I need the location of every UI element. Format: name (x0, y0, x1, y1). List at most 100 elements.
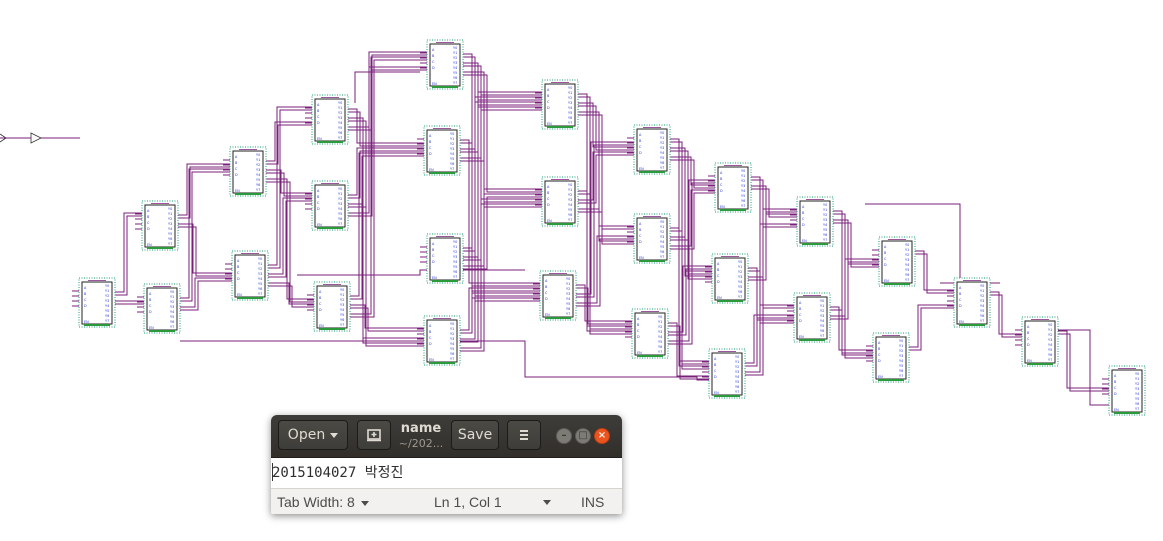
language-selector-chevron-icon[interactable] (543, 500, 551, 505)
wire (906, 304, 957, 348)
pin-label: Y4 (738, 280, 742, 284)
pin-label: Y7 (1048, 358, 1052, 362)
pin-label: Y7 (905, 278, 909, 282)
pin-label: Y1 (566, 282, 570, 286)
pin-label: EN (547, 219, 552, 223)
pin-label: Y0 (105, 284, 109, 288)
pin-label: EN (429, 358, 434, 362)
text-line: 2015104027 박정진 (272, 465, 404, 481)
pin-label: Y3 (450, 147, 454, 151)
pin-label: Y6 (340, 318, 344, 322)
pin-label: Y5 (338, 126, 342, 130)
save-label: Save (457, 427, 493, 443)
pin-label: Y7 (820, 334, 824, 338)
chevron-down-icon (330, 432, 339, 438)
pin-label: Y4 (450, 152, 454, 156)
decoder-block: ABCDENY0Y1Y2Y3Y4Y5Y6Y7 (633, 213, 671, 264)
pin-label: Y5 (660, 156, 664, 160)
pin-label: Y7 (735, 390, 739, 394)
pin-label: Y1 (170, 295, 174, 299)
maximize-button[interactable]: □ (575, 428, 591, 444)
wire (742, 223, 800, 373)
pin-label: EN (637, 351, 642, 355)
pin-label: Y0 (660, 131, 664, 135)
pin-label: Y5 (820, 324, 824, 328)
minimize-button[interactable]: – (556, 428, 572, 444)
pin-label: Y1 (738, 265, 742, 269)
pin-label: Y1 (741, 174, 745, 178)
pin-label: Y1 (340, 293, 344, 297)
pin-label: Y0 (1048, 323, 1052, 327)
pin-label: Y0 (170, 290, 174, 294)
save-button[interactable]: Save (451, 420, 499, 450)
wire (112, 215, 145, 296)
pin-label: Y3 (823, 218, 827, 222)
pin-label: Y4 (1135, 392, 1139, 396)
pin-label: Y2 (899, 349, 903, 353)
pin-label: Y2 (170, 300, 174, 304)
tab-width-selector[interactable]: Tab Width: 8 (277, 493, 369, 511)
pin-label: Y0 (905, 243, 909, 247)
pin-label: Y3 (256, 168, 260, 172)
pin-label: Y6 (741, 199, 745, 203)
pin-label: Y2 (105, 294, 109, 298)
wire (457, 203, 545, 349)
pin-label: Y2 (453, 56, 457, 60)
pin-label: Y2 (338, 197, 342, 201)
pin-label: Y4 (258, 277, 262, 281)
pin-label: Y3 (338, 202, 342, 206)
new-tab-button[interactable] (357, 420, 391, 450)
pin-label: Y7 (741, 204, 745, 208)
pin-label: Y2 (450, 142, 454, 146)
pin-label: Y3 (1135, 387, 1139, 391)
pin-label: Y1 (820, 304, 824, 308)
pin-label: Y5 (340, 313, 344, 317)
pin-label: Y4 (450, 342, 454, 346)
wire (457, 99, 545, 153)
pin-label: Y5 (899, 364, 903, 368)
pin-label: Y0 (1135, 372, 1139, 376)
decoder-block: ABCDENY0Y1Y2Y3Y4Y5Y6Y7 (633, 124, 671, 175)
wire (345, 147, 427, 196)
pin-label: Y5 (450, 347, 454, 351)
open-button[interactable]: Open (278, 420, 348, 450)
menu-button[interactable] (507, 420, 541, 450)
pin-label: Y6 (1135, 402, 1139, 406)
pin-label: Y0 (338, 101, 342, 105)
pin-label: Y2 (566, 287, 570, 291)
pin-label: Y5 (170, 315, 174, 319)
pin-label: Y1 (256, 158, 260, 162)
text-area[interactable]: 2015104027 박정진 (271, 458, 622, 488)
pin-label: Y1 (905, 248, 909, 252)
wire (177, 277, 235, 308)
pin-label: Y6 (658, 345, 662, 349)
decoder-block: ABCDENY0Y1Y2Y3Y4Y5Y6Y7 (796, 196, 834, 247)
pin-label: Y3 (105, 299, 109, 303)
wire (354, 71, 420, 103)
wire (987, 294, 1025, 338)
pin-label: Y1 (105, 289, 109, 293)
pin-label: Y6 (170, 320, 174, 324)
pin-label: Y7 (258, 292, 262, 296)
pin-label: Y6 (105, 314, 109, 318)
pin-label: Y4 (453, 260, 457, 264)
pin-label: D (432, 260, 435, 264)
pin-label: Y4 (899, 359, 903, 363)
pin-label: EN (878, 375, 883, 379)
pin-label: Y4 (170, 310, 174, 314)
decoder-block: ABCDENY0Y1Y2Y3Y4Y5Y6Y7 (426, 39, 464, 90)
pin-label: D (720, 189, 723, 193)
pin-label: Y6 (899, 369, 903, 373)
pin-label: Y5 (1135, 397, 1139, 401)
pin-label: Y1 (1135, 377, 1139, 381)
maximize-icon: □ (578, 430, 588, 441)
pin-label: EN (235, 189, 240, 193)
pin-label: Y6 (905, 273, 909, 277)
pin-label: Y1 (258, 262, 262, 266)
pin-label: D (802, 223, 805, 227)
pin-label: D (717, 280, 720, 284)
wire (912, 253, 957, 294)
chevron-down-icon (360, 500, 369, 506)
close-button[interactable]: × (594, 428, 610, 444)
pin-label: EN (1027, 359, 1032, 363)
